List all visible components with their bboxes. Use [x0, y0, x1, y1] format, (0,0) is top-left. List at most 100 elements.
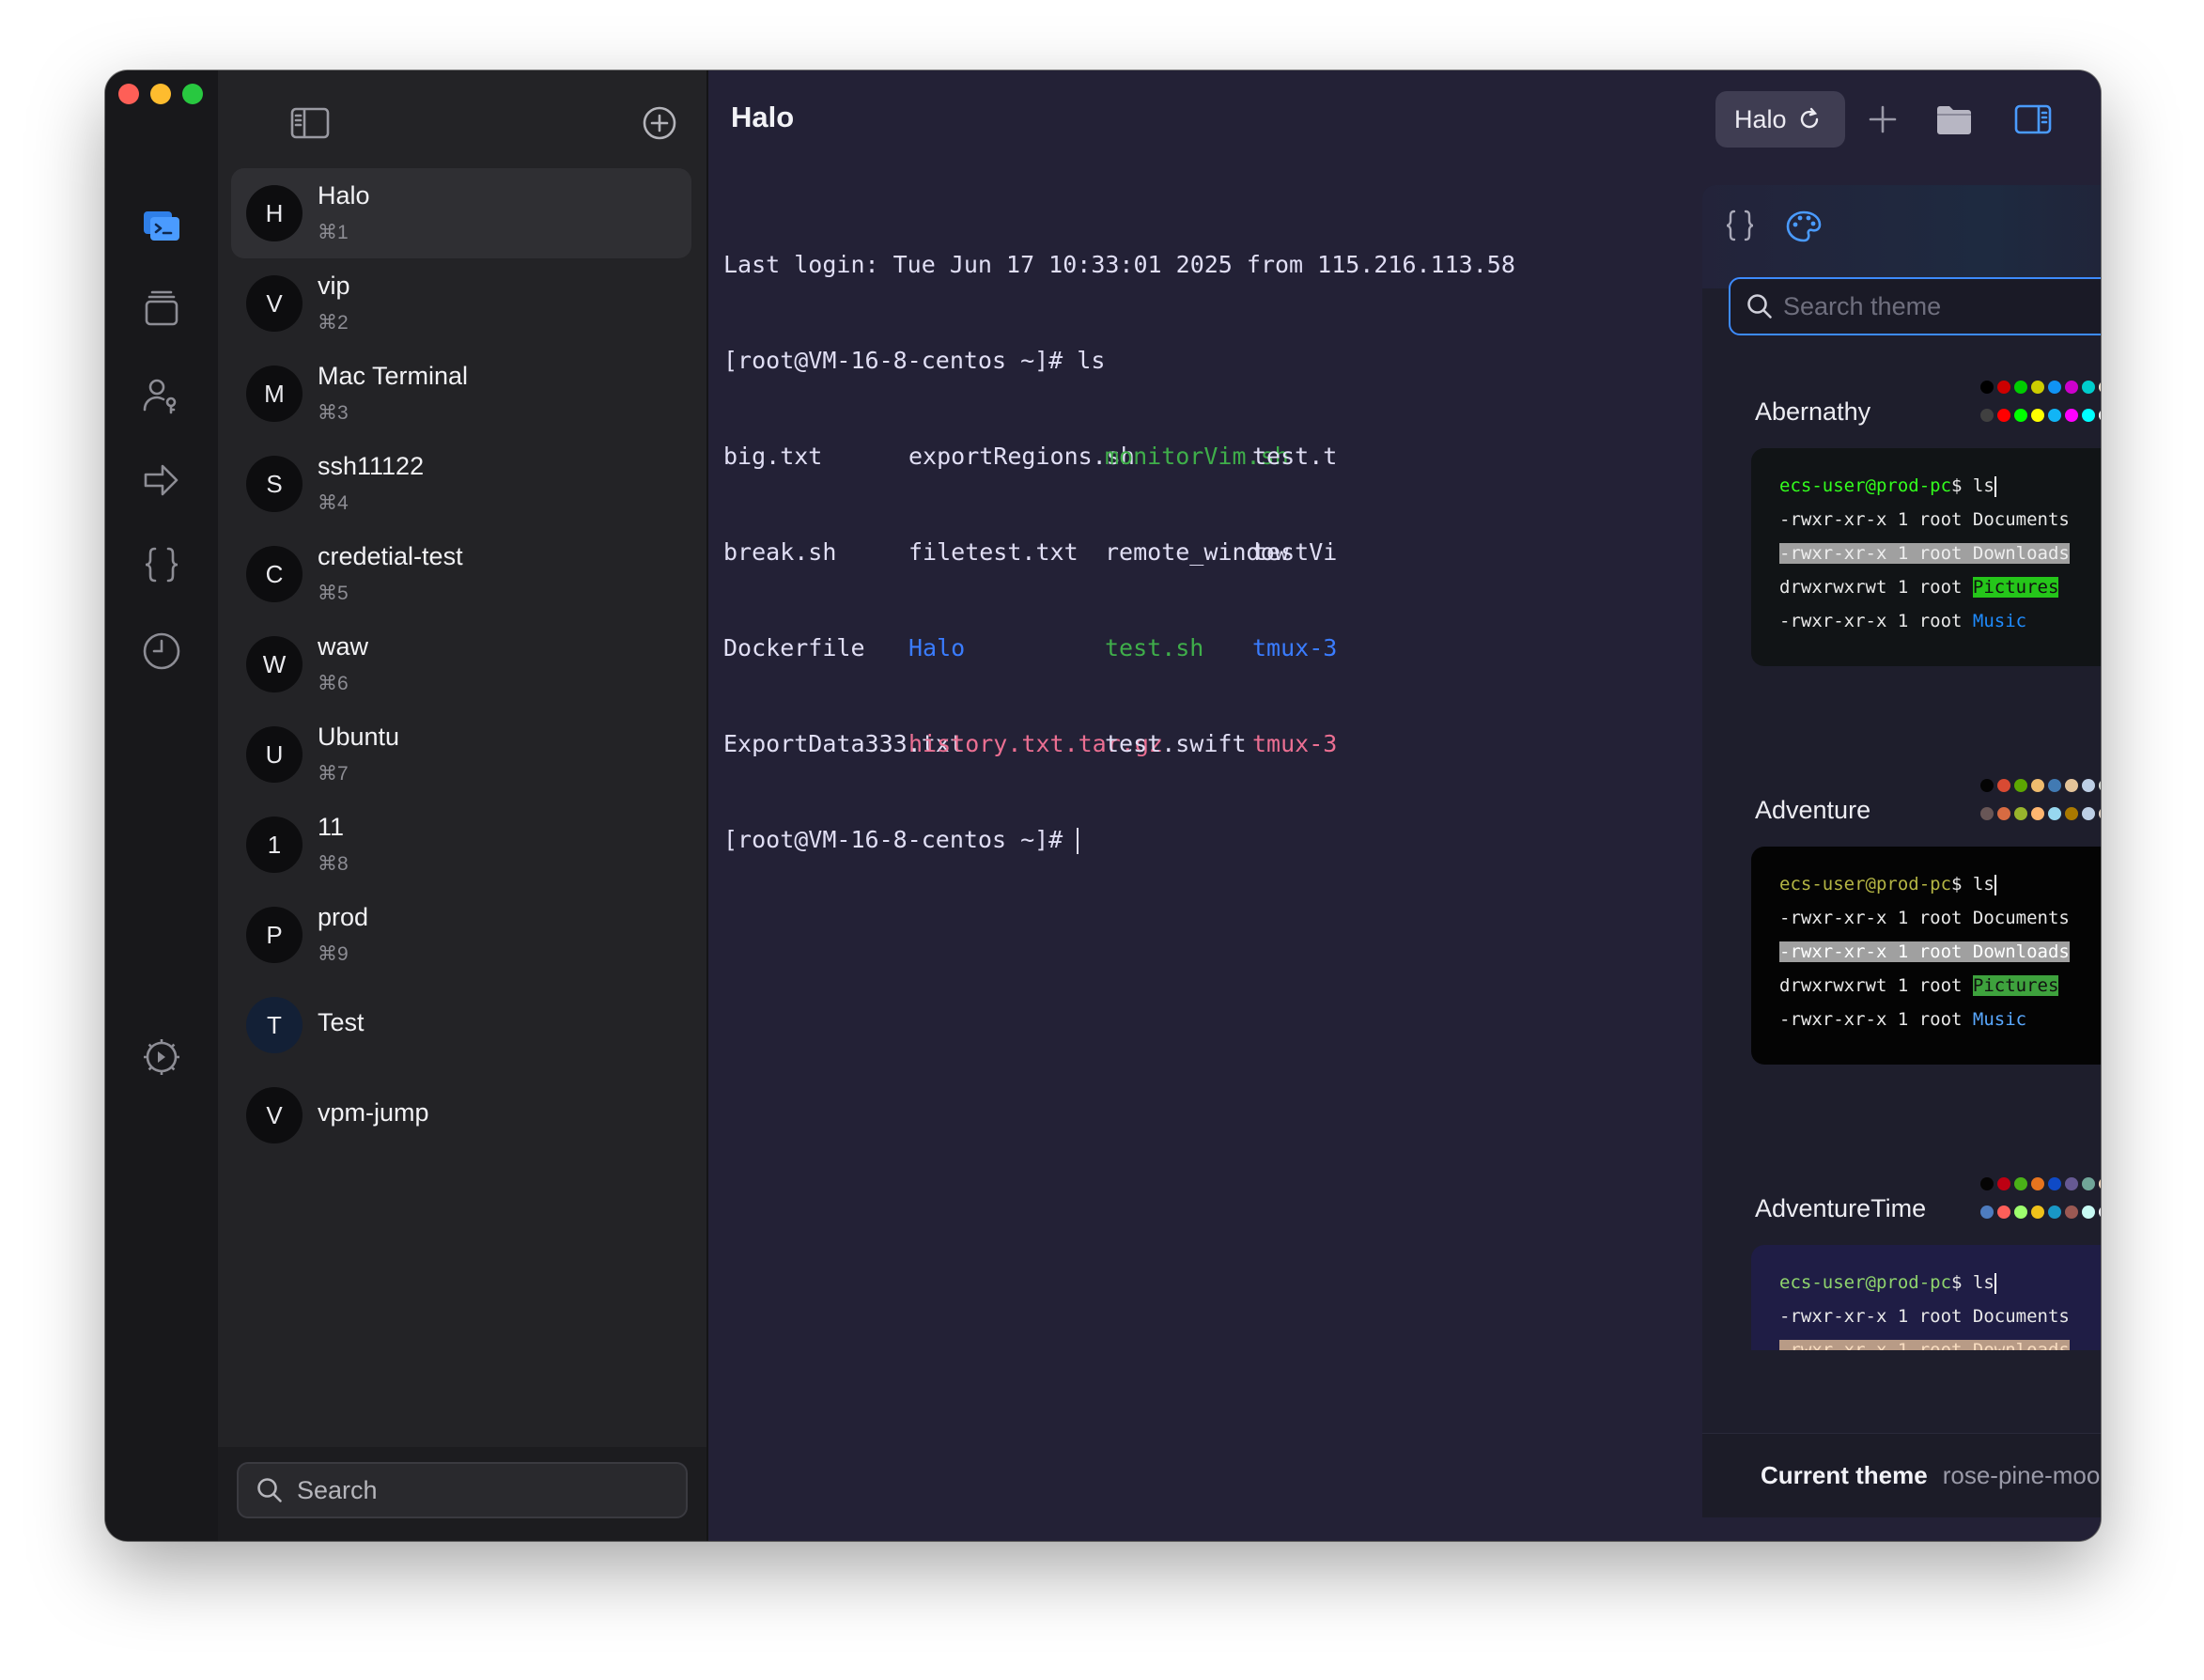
session-item-test[interactable]: T Test — [231, 980, 691, 1070]
credentials-nav-button[interactable] — [133, 367, 190, 424]
zoom-window-button[interactable] — [182, 84, 203, 104]
color-swatch — [2082, 807, 2095, 820]
theme-item[interactable]: AdventureTime ecs-user@prod-pc$ ls -rwxr-x… — [1702, 1151, 2101, 1350]
sessions-nav-button[interactable] — [133, 281, 190, 337]
themes-tab[interactable] — [1779, 202, 1828, 251]
terminal-pane: Halo Halo Last login: Tue Jun 17 10:33:0… — [708, 70, 2101, 1541]
session-name: credetial-test — [318, 542, 463, 570]
theme-item[interactable]: Abernathy ecs-user@prod-pc$ ls -rwxr-xr-x … — [1702, 354, 2101, 749]
snippets-tab[interactable] — [1715, 202, 1764, 251]
file-entry: Halo — [908, 634, 966, 661]
preview-dir: Pictures — [1972, 975, 2059, 996]
color-swatch — [1997, 1177, 2010, 1190]
preview-command: $ ls — [1951, 475, 1994, 496]
file-entry: Dockerfile — [723, 634, 865, 661]
color-swatch — [2014, 381, 2027, 394]
preview-cursor — [1994, 874, 1996, 895]
color-swatch — [2099, 409, 2101, 422]
theme-list: Abernathy ecs-user@prod-pc$ ls -rwxr-xr-x … — [1702, 354, 2101, 1350]
active-tab-chip[interactable]: Halo — [1715, 91, 1845, 148]
session-item-vpm-jump[interactable]: V vpm-jump — [231, 1070, 691, 1160]
theme-panel: Abernathyecs-user@prod-pc$ ls-rwxr-xr-x … — [1702, 185, 2101, 1517]
refresh-icon — [1800, 107, 1818, 129]
file-entry: exportRegions.sh — [908, 443, 1135, 470]
preview-selected-line: -rwxr-xr-x 1 root Downloads — [1779, 543, 2070, 564]
session-shortcut: ⌘3 — [318, 402, 349, 424]
plus-icon — [1869, 105, 1897, 133]
new-session-button[interactable] — [635, 99, 684, 148]
session-search-input[interactable]: Search — [237, 1462, 688, 1518]
preview-prompt: ecs-user@prod-pc — [1779, 1272, 1952, 1293]
theme-name: AdventureTime — [1755, 1194, 1927, 1222]
terminal-line: Dockerfile Halo test.sh tmux-3 — [723, 632, 1606, 664]
settings-nav-button[interactable] — [133, 1029, 190, 1085]
color-swatch — [2048, 381, 2061, 394]
snippets-nav-button[interactable] — [133, 537, 190, 593]
color-swatch — [2082, 381, 2095, 394]
color-swatch — [1980, 409, 1994, 422]
preview-line: -rwxr-xr-x 1 root Downloads — [1779, 1333, 2101, 1350]
color-swatch — [2031, 381, 2044, 394]
session-avatar: T — [246, 997, 303, 1053]
color-swatch — [2082, 1206, 2095, 1219]
user-key-icon — [143, 379, 177, 414]
app-window: H Halo ⌘1 V vip ⌘2 M Mac Terminal ⌘3 S s… — [105, 70, 2101, 1541]
session-avatar: S — [246, 456, 303, 512]
color-swatch — [2099, 807, 2101, 820]
session-item-11[interactable]: 1 11 ⌘8 — [231, 800, 691, 890]
color-swatch — [1980, 1177, 1994, 1190]
theme-preview: ecs-user@prod-pc$ ls -rwxr-xr-x 1 root Do… — [1751, 847, 2101, 1065]
theme-color-swatches — [1980, 1177, 2101, 1234]
theme-preview: ecs-user@prod-pc$ ls -rwxr-xr-x 1 root Do… — [1751, 1245, 2101, 1350]
theme-search-field[interactable] — [1729, 277, 2101, 335]
session-item-credetial-test[interactable]: C credetial-test ⌘5 — [231, 529, 691, 619]
gear-icon — [144, 1039, 179, 1075]
stack-icon — [145, 290, 178, 326]
forwarding-nav-button[interactable] — [133, 452, 190, 508]
toggle-right-panel-button[interactable] — [2009, 95, 2057, 144]
color-swatch — [2099, 1206, 2101, 1219]
session-item-halo[interactable]: H Halo ⌘1 — [231, 168, 691, 258]
terminal-nav-button[interactable] — [133, 198, 190, 255]
session-name: Test — [318, 1008, 365, 1036]
close-window-button[interactable] — [118, 84, 139, 104]
new-tab-button[interactable] — [1858, 95, 1907, 144]
session-avatar: H — [246, 185, 303, 241]
file-entry: test.swift — [1105, 730, 1247, 757]
session-shortcut: ⌘8 — [318, 853, 349, 875]
session-item-vip[interactable]: V vip ⌘2 — [231, 258, 691, 349]
color-swatch — [2099, 1177, 2101, 1190]
preview-line: -rwxr-xr-x 1 root Documents — [1779, 509, 2070, 530]
preview-selected-line: -rwxr-xr-x 1 root Downloads — [1779, 1340, 2070, 1350]
terminal-line: [root@VM-16-8-centos ~]# ls — [723, 347, 1106, 374]
plus-circle-icon — [643, 106, 676, 140]
clock-icon — [143, 632, 180, 670]
color-swatch — [2065, 409, 2078, 422]
color-swatch — [2099, 381, 2101, 394]
terminal-line: ExportData333.txt history.txt.tar.gz tes… — [723, 728, 1606, 760]
session-item-waw[interactable]: W waw ⌘6 — [231, 619, 691, 709]
window-controls — [118, 84, 203, 104]
minimize-window-button[interactable] — [150, 84, 171, 104]
terminal-cursor — [1077, 828, 1079, 854]
toggle-sidebar-button[interactable] — [286, 99, 334, 148]
terminal-output[interactable]: Last login: Tue Jun 17 10:33:01 2025 fro… — [723, 185, 1606, 920]
session-item-ubuntu[interactable]: U Ubuntu ⌘7 — [231, 709, 691, 800]
current-theme-bar: Current theme rose-pine-moon — [1702, 1433, 2101, 1517]
history-nav-button[interactable] — [133, 623, 190, 679]
sftp-button[interactable] — [1930, 95, 1979, 144]
preview-dir: Pictures — [1972, 577, 2059, 598]
preview-text: drwxrwxrwt 1 root — [1779, 577, 1973, 598]
session-item-mac-terminal[interactable]: M Mac Terminal ⌘3 — [231, 349, 691, 439]
session-avatar: U — [246, 726, 303, 783]
theme-item[interactable]: Adventure ecs-user@prod-pc$ ls -rwxr-xr-x … — [1702, 753, 2101, 1147]
file-entry: test.t — [1252, 443, 1338, 470]
session-avatar: P — [246, 907, 303, 963]
session-name: ssh11122 — [318, 452, 425, 480]
preview-cursor — [1994, 475, 1996, 497]
session-item-ssh11122[interactable]: S ssh11122 ⌘4 — [231, 439, 691, 529]
page-title: Halo — [731, 101, 795, 133]
session-item-prod[interactable]: P prod ⌘9 — [231, 890, 691, 980]
preview-text: -rwxr-xr-x 1 root — [1779, 611, 1973, 631]
theme-search-input[interactable] — [1783, 291, 2101, 321]
